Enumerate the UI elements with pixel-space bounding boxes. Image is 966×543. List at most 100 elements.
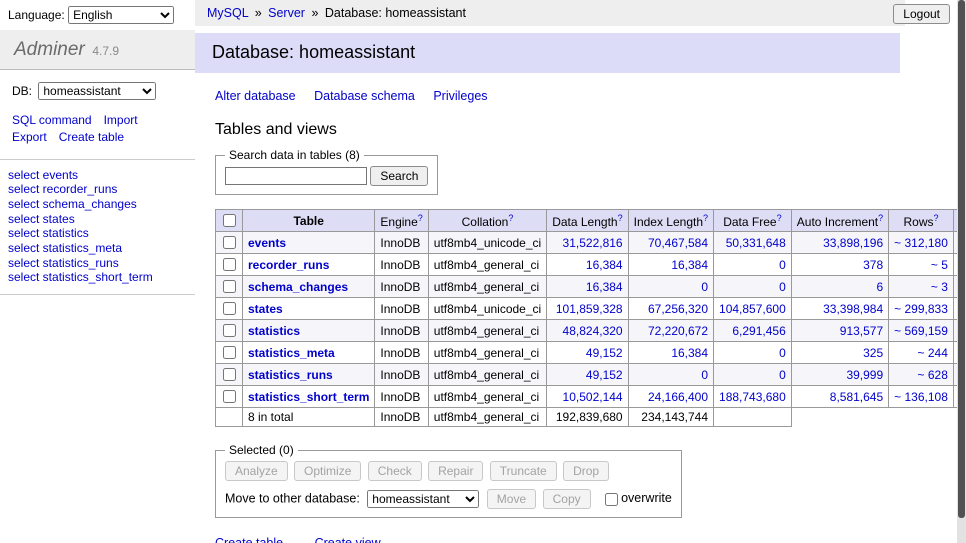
help-icon[interactable]: ? [508,213,513,223]
table-link[interactable]: statistics_meta [248,346,335,360]
language-select[interactable]: English [68,6,174,24]
row-checkbox[interactable] [223,324,236,337]
scrollbar-thumb[interactable] [958,0,965,518]
index-length-link[interactable]: 0 [701,280,708,294]
sidebar-item-select-statistics[interactable]: select statistics [8,226,187,241]
index-length-link[interactable]: 72,220,672 [648,324,708,338]
help-icon[interactable]: ? [934,213,939,223]
alter-database-link[interactable]: Alter database [215,89,296,103]
help-icon[interactable]: ? [777,213,782,223]
overwrite-checkbox[interactable] [605,493,618,506]
data-length-link[interactable]: 101,859,328 [556,302,623,316]
row-checkbox[interactable] [223,390,236,403]
sidebar-item-select-schema-changes[interactable]: select schema_changes [8,197,187,212]
rows-count-link[interactable]: ~ 244 [918,346,948,360]
sidebar-item-select-recorder-runs[interactable]: select recorder_runs [8,182,187,197]
table-link[interactable]: statistics_runs [248,368,333,382]
move-database-select[interactable]: homeassistant [367,490,479,508]
row-checkbox[interactable] [223,368,236,381]
data-free-link[interactable]: 0 [779,258,786,272]
sidebar-item-select-statistics-meta[interactable]: select statistics_meta [8,241,187,256]
rows-count-link[interactable]: ~ 136,108 [894,390,948,404]
rows-count-link[interactable]: ~ 569,159 [894,324,948,338]
sidebar-item-select-events[interactable]: select events [8,168,187,183]
auto-increment-link[interactable]: 33,898,196 [823,236,883,250]
data-free-link[interactable]: 0 [779,346,786,360]
auto-increment-link[interactable]: 378 [863,258,883,272]
sidebar-item-select-statistics-short-term[interactable]: select statistics_short_term [8,270,187,285]
table-link[interactable]: recorder_runs [248,258,329,272]
data-free-link[interactable]: 188,743,680 [719,390,786,404]
data-length-link[interactable]: 31,522,816 [563,236,623,250]
row-checkbox[interactable] [223,258,236,271]
data-free-link[interactable]: 0 [779,368,786,382]
data-free-link[interactable]: 0 [779,280,786,294]
privileges-link[interactable]: Privileges [433,89,487,103]
data-free-link[interactable]: 6,291,456 [732,324,785,338]
auto-increment-link[interactable]: 6 [876,280,883,294]
scrollbar[interactable] [957,0,966,543]
help-icon[interactable]: ? [703,213,708,223]
table-link[interactable]: states [248,302,283,316]
index-length-link[interactable]: 67,256,320 [648,302,708,316]
copy-button[interactable]: Copy [543,489,591,509]
db-select[interactable]: homeassistant [38,82,156,100]
data-length-link[interactable]: 16,384 [586,280,623,294]
sidebar-item-select-states[interactable]: select states [8,212,187,227]
breadcrumb-mysql-link[interactable]: MySQL [207,6,248,20]
data-length-link[interactable]: 48,824,320 [563,324,623,338]
table-link[interactable]: events [248,236,286,250]
rows-count-link[interactable]: ~ 5 [931,258,948,272]
import-link[interactable]: Import [104,113,138,127]
row-checkbox[interactable] [223,302,236,315]
data-free-link[interactable]: 104,857,600 [719,302,786,316]
data-length-link[interactable]: 10,502,144 [563,390,623,404]
create-table-sidebar-link[interactable]: Create table [59,130,124,144]
search-input[interactable] [225,167,367,185]
move-button[interactable]: Move [487,489,536,509]
auto-increment-link[interactable]: 913,577 [840,324,883,338]
data-length-link[interactable]: 16,384 [586,258,623,272]
table-link[interactable]: statistics_short_term [248,390,369,404]
row-checkbox[interactable] [223,280,236,293]
row-checkbox[interactable] [223,236,236,249]
sidebar-item-select-statistics-runs[interactable]: select statistics_runs [8,256,187,271]
rows-count-link[interactable]: ~ 299,833 [894,302,948,316]
index-length-link[interactable]: 24,166,400 [648,390,708,404]
select-all-checkbox[interactable] [223,214,236,227]
repair-button[interactable]: Repair [428,461,483,481]
logout-button[interactable]: Logout [893,4,950,24]
index-length-link[interactable]: 16,384 [671,258,708,272]
help-icon[interactable]: ? [418,213,423,223]
data-free-link[interactable]: 50,331,648 [726,236,786,250]
breadcrumb-server-link[interactable]: Server [268,6,305,20]
index-length-link[interactable]: 16,384 [671,346,708,360]
help-icon[interactable]: ? [618,213,623,223]
truncate-button[interactable]: Truncate [490,461,557,481]
index-length-link[interactable]: 70,467,584 [648,236,708,250]
auto-increment-link[interactable]: 325 [863,346,883,360]
rows-count-link[interactable]: ~ 628 [918,368,948,382]
data-length-link[interactable]: 49,152 [586,368,623,382]
rows-count-link[interactable]: ~ 3 [931,280,948,294]
sql-command-link[interactable]: SQL command [12,113,92,127]
database-schema-link[interactable]: Database schema [314,89,415,103]
index-length-link[interactable]: 0 [701,368,708,382]
row-checkbox[interactable] [223,346,236,359]
create-view-link[interactable]: Create view [315,536,381,543]
help-icon[interactable]: ? [878,213,883,223]
drop-button[interactable]: Drop [563,461,609,481]
check-button[interactable]: Check [368,461,422,481]
table-link[interactable]: statistics [248,324,300,338]
create-table-link[interactable]: Create table [215,536,283,543]
rows-count-link[interactable]: ~ 312,180 [894,236,948,250]
optimize-button[interactable]: Optimize [294,461,361,481]
export-link[interactable]: Export [12,130,47,144]
auto-increment-link[interactable]: 39,999 [846,368,883,382]
data-length-link[interactable]: 49,152 [586,346,623,360]
auto-increment-link[interactable]: 8,581,645 [830,390,883,404]
search-button[interactable]: Search [370,166,428,186]
auto-increment-link[interactable]: 33,398,984 [823,302,883,316]
analyze-button[interactable]: Analyze [225,461,288,481]
table-link[interactable]: schema_changes [248,280,348,294]
